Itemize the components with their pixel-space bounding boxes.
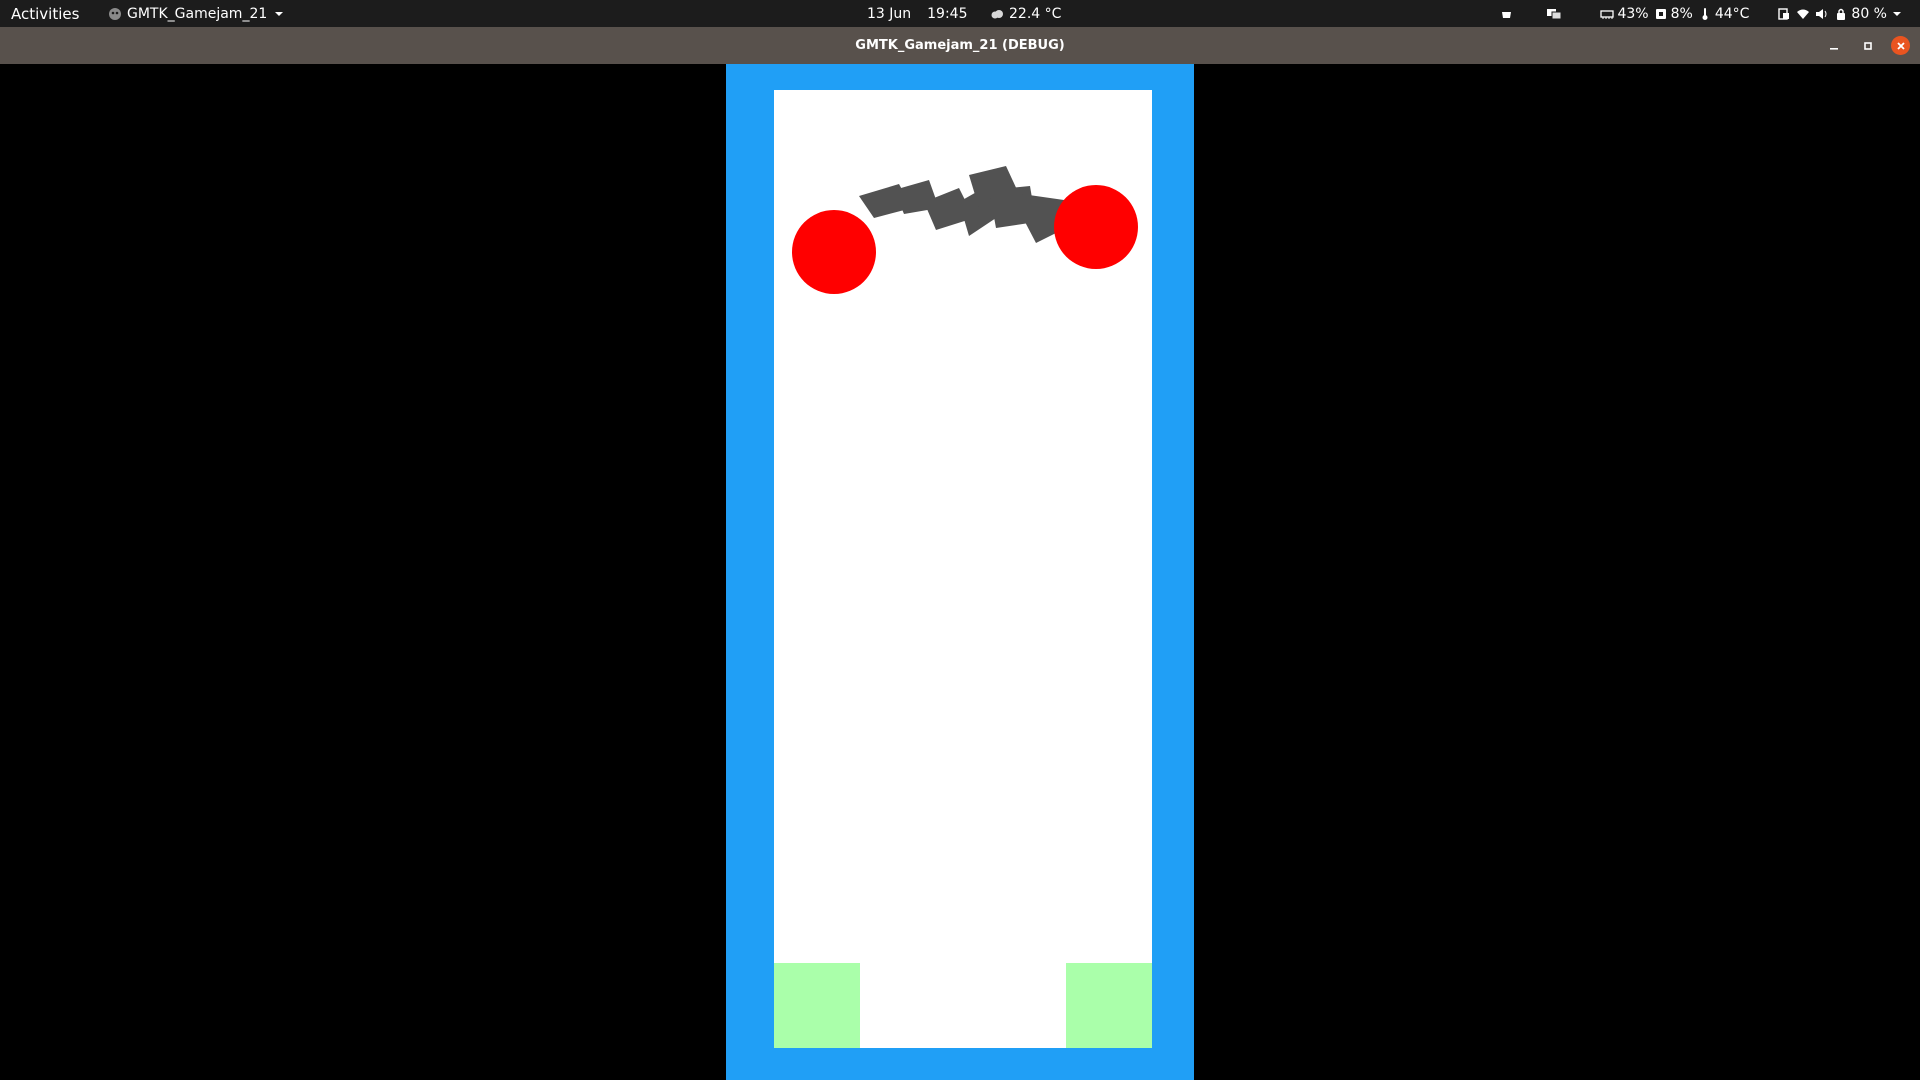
cpu-indicator[interactable]: 8% [1654,6,1693,22]
window-titlebar[interactable]: GMTK_Gamejam_21 (DEBUG) [0,27,1920,64]
memory-indicator[interactable]: 43% [1600,5,1649,22]
game-frame [726,64,1194,1080]
volume-indicator[interactable] [1815,7,1829,21]
game-viewport[interactable] [0,64,1920,1080]
battery-value: 80 % [1851,5,1887,22]
thermometer-icon [1698,7,1712,21]
memory-icon [1600,7,1615,21]
system-tray: 43% 8% 44°C 80 % [1500,0,1904,27]
godot-app-icon [108,7,122,21]
top-bar: Activities GMTK_Gamejam_21 13 Jun 19:45 … [0,0,1920,27]
rotation-indicator[interactable] [1777,7,1791,21]
clock[interactable]: 13 Jun 19:45 [867,0,968,27]
speaker-icon [1815,7,1829,21]
cpu-icon [1654,7,1668,21]
tray-display-indicator[interactable] [1546,7,1562,21]
app-menu[interactable]: GMTK_Gamejam_21 [108,0,286,27]
ball-left[interactable] [792,210,876,294]
screen-rotation-icon [1777,7,1791,21]
wifi-indicator[interactable] [1796,7,1810,21]
play-area[interactable] [774,90,1152,1048]
maximize-button[interactable] [1858,36,1877,55]
temperature-indicator[interactable]: 44°C [1698,5,1750,22]
battery-indicator[interactable]: 80 % [1834,6,1904,22]
close-icon [1896,41,1905,50]
minimize-button[interactable] [1824,36,1843,55]
clock-date: 13 Jun [867,5,912,22]
weather-temperature: 22.4 °C [1009,5,1062,22]
battery-lock-icon [1834,7,1848,21]
goal-right [1066,963,1152,1048]
weather-indicator[interactable]: 22.4 °C [990,0,1061,27]
screens-icon [1546,7,1562,21]
ball-right[interactable] [1054,185,1138,269]
activities-button[interactable]: Activities [11,0,79,27]
minimize-icon [1829,47,1838,50]
maximize-icon [1863,41,1872,50]
temperature-value: 44°C [1714,5,1750,22]
cup-icon [1500,7,1514,21]
cloud-icon [990,7,1004,21]
chevron-down-icon [272,7,286,21]
goal-left [774,963,860,1048]
memory-value: 43% [1617,5,1649,22]
clock-time: 19:45 [927,5,968,22]
cpu-value: 8% [1670,5,1693,22]
close-button[interactable] [1891,36,1910,55]
wifi-icon [1796,7,1810,21]
window-title: GMTK_Gamejam_21 (DEBUG) [855,38,1065,53]
app-menu-label: GMTK_Gamejam_21 [127,5,268,22]
tray-cup-indicator[interactable] [1500,7,1514,21]
activities-label: Activities [11,4,80,23]
system-menu-chevron-icon[interactable] [1890,7,1904,21]
